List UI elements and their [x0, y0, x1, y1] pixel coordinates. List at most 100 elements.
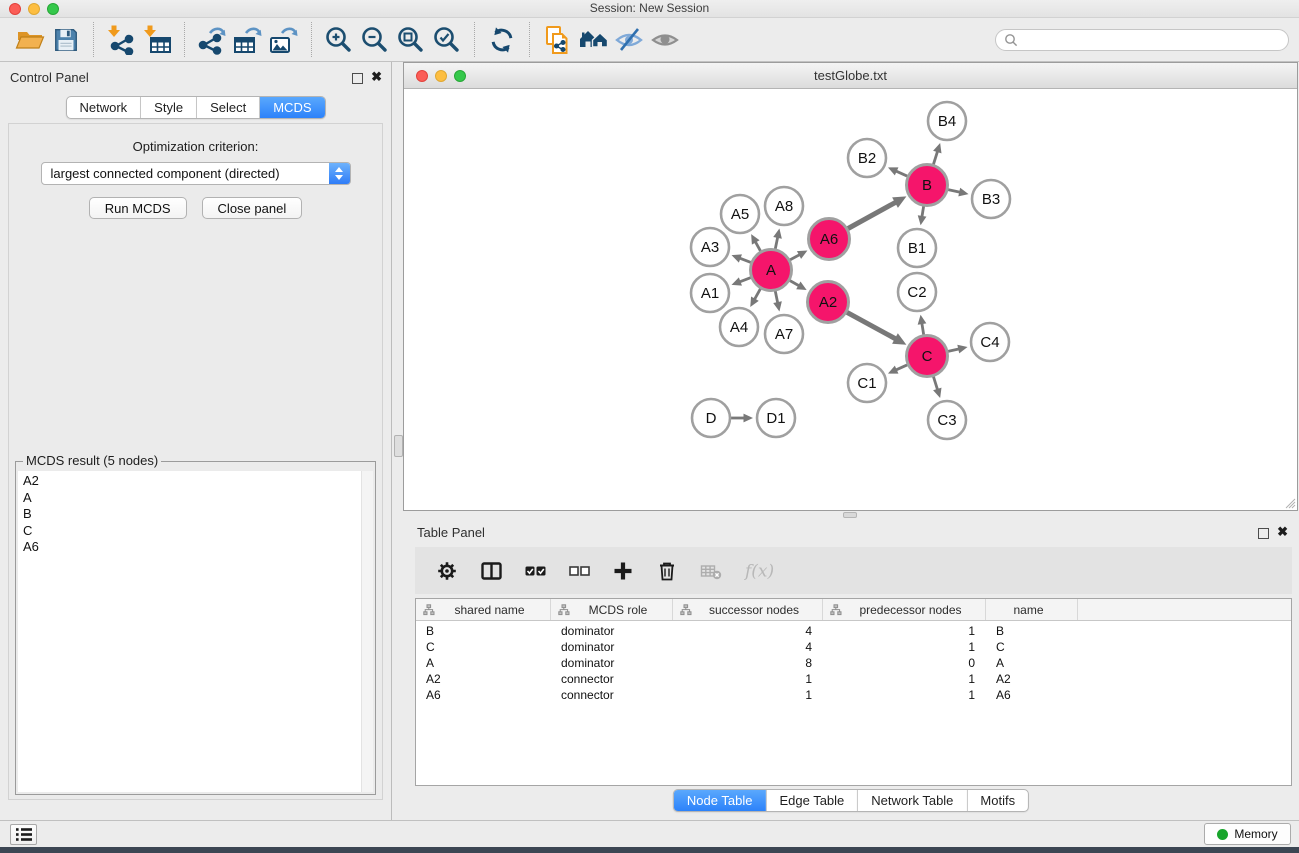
show-all-button[interactable]	[647, 22, 683, 58]
result-list-scrollbar[interactable]	[361, 471, 373, 792]
table-row[interactable]: A6connector11A6	[416, 687, 1291, 703]
column-hierarchy-icon	[830, 604, 842, 616]
mcds-result-item[interactable]: A2	[23, 473, 361, 490]
table-body: Bdominator41BCdominator41CAdominator80AA…	[416, 623, 1291, 703]
refresh-view-button[interactable]	[484, 22, 520, 58]
save-session-button[interactable]	[48, 22, 84, 58]
zoom-network-window-button[interactable]	[454, 70, 466, 82]
close-panel-icon[interactable]: ✖	[371, 69, 382, 85]
function-builder-button[interactable]: f(x)	[743, 558, 777, 584]
import-table-button[interactable]	[139, 22, 175, 58]
export-image-button[interactable]	[266, 22, 302, 58]
column-header-shared-name[interactable]: shared name	[416, 599, 551, 620]
run-mcds-button[interactable]: Run MCDS	[89, 197, 187, 219]
mcds-result-item[interactable]: B	[23, 506, 361, 523]
memory-button[interactable]: Memory	[1204, 823, 1291, 845]
edge-A-A5[interactable]	[755, 242, 760, 252]
edge-A-A7[interactable]	[775, 291, 777, 303]
maximize-window-button[interactable]	[47, 3, 59, 15]
edge-A6-B[interactable]	[848, 202, 896, 228]
desktop-background	[0, 847, 1299, 853]
task-history-button[interactable]	[10, 824, 37, 845]
column-header-MCDS-role[interactable]: MCDS role	[551, 599, 673, 620]
import-network-button[interactable]	[103, 22, 139, 58]
tab-style[interactable]: Style	[141, 97, 197, 118]
edge-A-A4[interactable]	[754, 289, 760, 300]
edge-B-B3[interactable]	[948, 190, 960, 193]
table-cell: connector	[551, 672, 673, 686]
minimize-window-button[interactable]	[28, 3, 40, 15]
edge-arrowhead	[918, 215, 927, 225]
edge-C-C1[interactable]	[896, 365, 908, 370]
edge-A-A8[interactable]	[775, 237, 777, 249]
edge-B-B1[interactable]	[922, 206, 924, 217]
tab-mcds[interactable]: MCDS	[260, 97, 324, 118]
float-panel-icon[interactable]	[352, 73, 363, 84]
edge-A-A3[interactable]	[739, 258, 750, 262]
float-table-panel-icon[interactable]	[1258, 528, 1269, 539]
minimize-network-window-button[interactable]	[435, 70, 447, 82]
split-table-panel-button[interactable]	[479, 558, 503, 584]
export-table-button[interactable]	[230, 22, 266, 58]
table-cell: C	[416, 640, 551, 654]
edge-arrowhead	[773, 229, 782, 239]
zoom-in-button[interactable]	[321, 22, 357, 58]
edge-C-C4[interactable]	[948, 349, 959, 352]
table-row[interactable]: Adominator80A	[416, 655, 1291, 671]
new-network-from-selection-button[interactable]	[539, 22, 575, 58]
edge-arrowhead	[933, 388, 941, 398]
tab-motifs[interactable]: Motifs	[967, 790, 1028, 811]
delete-columns-button[interactable]	[655, 558, 679, 584]
select-all-columns-button[interactable]	[523, 558, 547, 584]
zoom-selected-button[interactable]	[429, 22, 465, 58]
table-row[interactable]: A2connector11A2	[416, 671, 1291, 687]
tab-edge-table[interactable]: Edge Table	[766, 790, 858, 811]
tab-network-table[interactable]: Network Table	[858, 790, 967, 811]
edge-A-A2[interactable]	[790, 281, 799, 286]
unselect-all-columns-button[interactable]	[567, 558, 591, 584]
edge-B-B2[interactable]	[896, 171, 908, 176]
window-titlebar[interactable]: Session: New Session	[0, 0, 1299, 18]
table-cell: 4	[673, 640, 823, 654]
edge-A-A6[interactable]	[790, 255, 800, 260]
window-resize-grip[interactable]	[1282, 495, 1296, 509]
mcds-result-item[interactable]: A	[23, 490, 361, 507]
column-header-predecessor-nodes[interactable]: predecessor nodes	[823, 599, 986, 620]
search-box[interactable]	[995, 29, 1289, 51]
edge-C-C2[interactable]	[922, 323, 924, 335]
edge-C-C3[interactable]	[933, 377, 937, 390]
edge-A2-C[interactable]	[847, 312, 896, 339]
table-row[interactable]: Bdominator41B	[416, 623, 1291, 639]
close-network-window-button[interactable]	[416, 70, 428, 82]
table-header: shared nameMCDS rolesuccessor nodesprede…	[416, 599, 1291, 621]
network-canvas[interactable]: B4B2BB3A8A5A6A3B1AC2A1A2A4A7C4CC1C3DD1	[404, 89, 1297, 510]
create-column-button[interactable]	[611, 558, 635, 584]
export-network-button[interactable]	[194, 22, 230, 58]
search-input[interactable]	[1023, 33, 1280, 47]
open-session-button[interactable]	[12, 22, 48, 58]
gear-icon	[436, 560, 458, 582]
column-header-name[interactable]: name	[986, 599, 1078, 620]
tab-node-table[interactable]: Node Table	[674, 790, 767, 811]
table-settings-button[interactable]	[435, 558, 459, 584]
zoom-out-button[interactable]	[357, 22, 393, 58]
mcds-result-item[interactable]: C	[23, 523, 361, 540]
hide-selected-button[interactable]	[611, 22, 647, 58]
tab-select[interactable]: Select	[197, 97, 260, 118]
edge-B-B4[interactable]	[933, 151, 937, 164]
optimization-criterion-select[interactable]: largest connected component (directed)	[41, 162, 351, 185]
dropdown-stepper-icon	[329, 163, 350, 184]
edge-A-A1[interactable]	[739, 278, 750, 282]
delete-table-button[interactable]	[699, 558, 723, 584]
close-window-button[interactable]	[9, 3, 21, 15]
close-table-panel-icon[interactable]: ✖	[1277, 524, 1288, 540]
tab-network[interactable]: Network	[66, 97, 141, 118]
first-neighbors-button[interactable]	[575, 22, 611, 58]
table-row[interactable]: Cdominator41C	[416, 639, 1291, 655]
close-panel-button[interactable]: Close panel	[202, 197, 303, 219]
vertical-splitter-handle[interactable]	[394, 435, 403, 457]
column-header-successor-nodes[interactable]: successor nodes	[673, 599, 823, 620]
mcds-result-item[interactable]: A6	[23, 539, 361, 556]
network-window-titlebar[interactable]: testGlobe.txt	[404, 63, 1297, 89]
zoom-fit-button[interactable]	[393, 22, 429, 58]
